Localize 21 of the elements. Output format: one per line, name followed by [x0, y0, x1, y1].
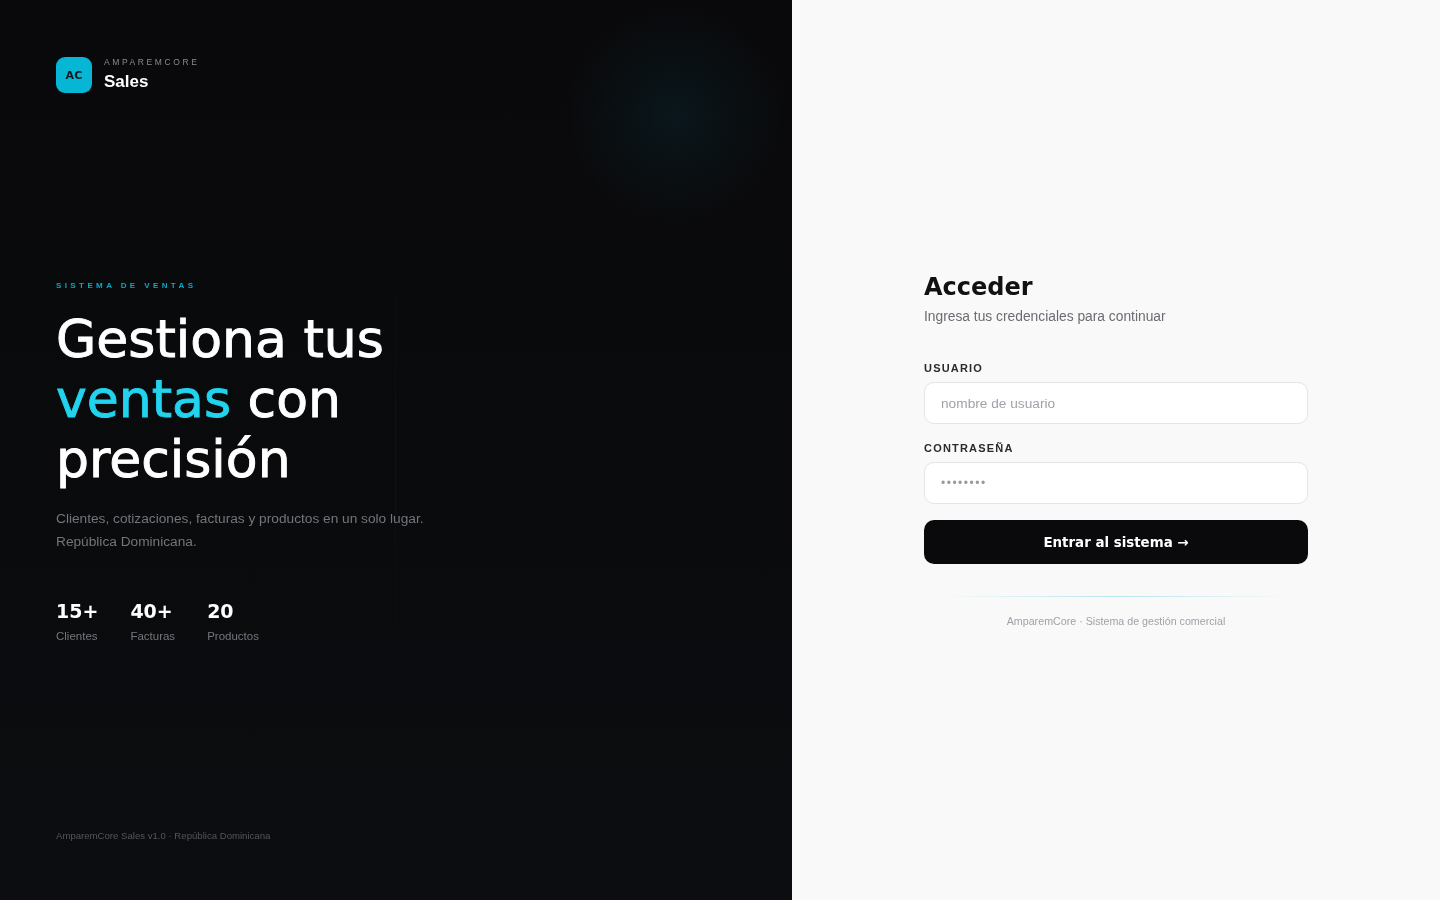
description-text: Clientes, cotizaciones, facturas y productos en un solo lugar. República Dominicana. — [56, 510, 424, 551]
stat-value: 20 — [207, 600, 234, 622]
username-field[interactable]: nombre de usuario — [924, 382, 1308, 424]
submit-button[interactable]: Entrar al sistema → — [924, 520, 1308, 564]
headline: Gestiona tus ventas con precisión — [56, 309, 385, 489]
stat-label: Clientes — [56, 629, 98, 643]
login-title: Acceder — [924, 272, 1033, 302]
password-field[interactable]: •••••••• — [924, 462, 1308, 504]
stat-value: 15+ — [56, 600, 99, 622]
footer-text: AmparemCore Sales v1.0 · República Dominicana — [56, 830, 271, 842]
logo-badge: AC — [56, 57, 92, 93]
eyebrow-text: SISTEMA DE VENTAS — [56, 280, 197, 292]
field-label: USUARIO — [924, 361, 984, 375]
stat-label: Facturas — [130, 629, 176, 643]
field-label: CONTRASEÑA — [924, 441, 1014, 455]
product-name: Sales — [104, 72, 149, 92]
stat-value: 40+ — [130, 600, 173, 622]
stat-label: Productos — [207, 629, 259, 643]
company-name: AMPAREMCORE — [104, 57, 200, 68]
login-subtitle: Ingresa tus credenciales para continuar — [924, 308, 1166, 326]
footer-text: AmparemCore · Sistema de gestión comercial — [1006, 614, 1226, 628]
